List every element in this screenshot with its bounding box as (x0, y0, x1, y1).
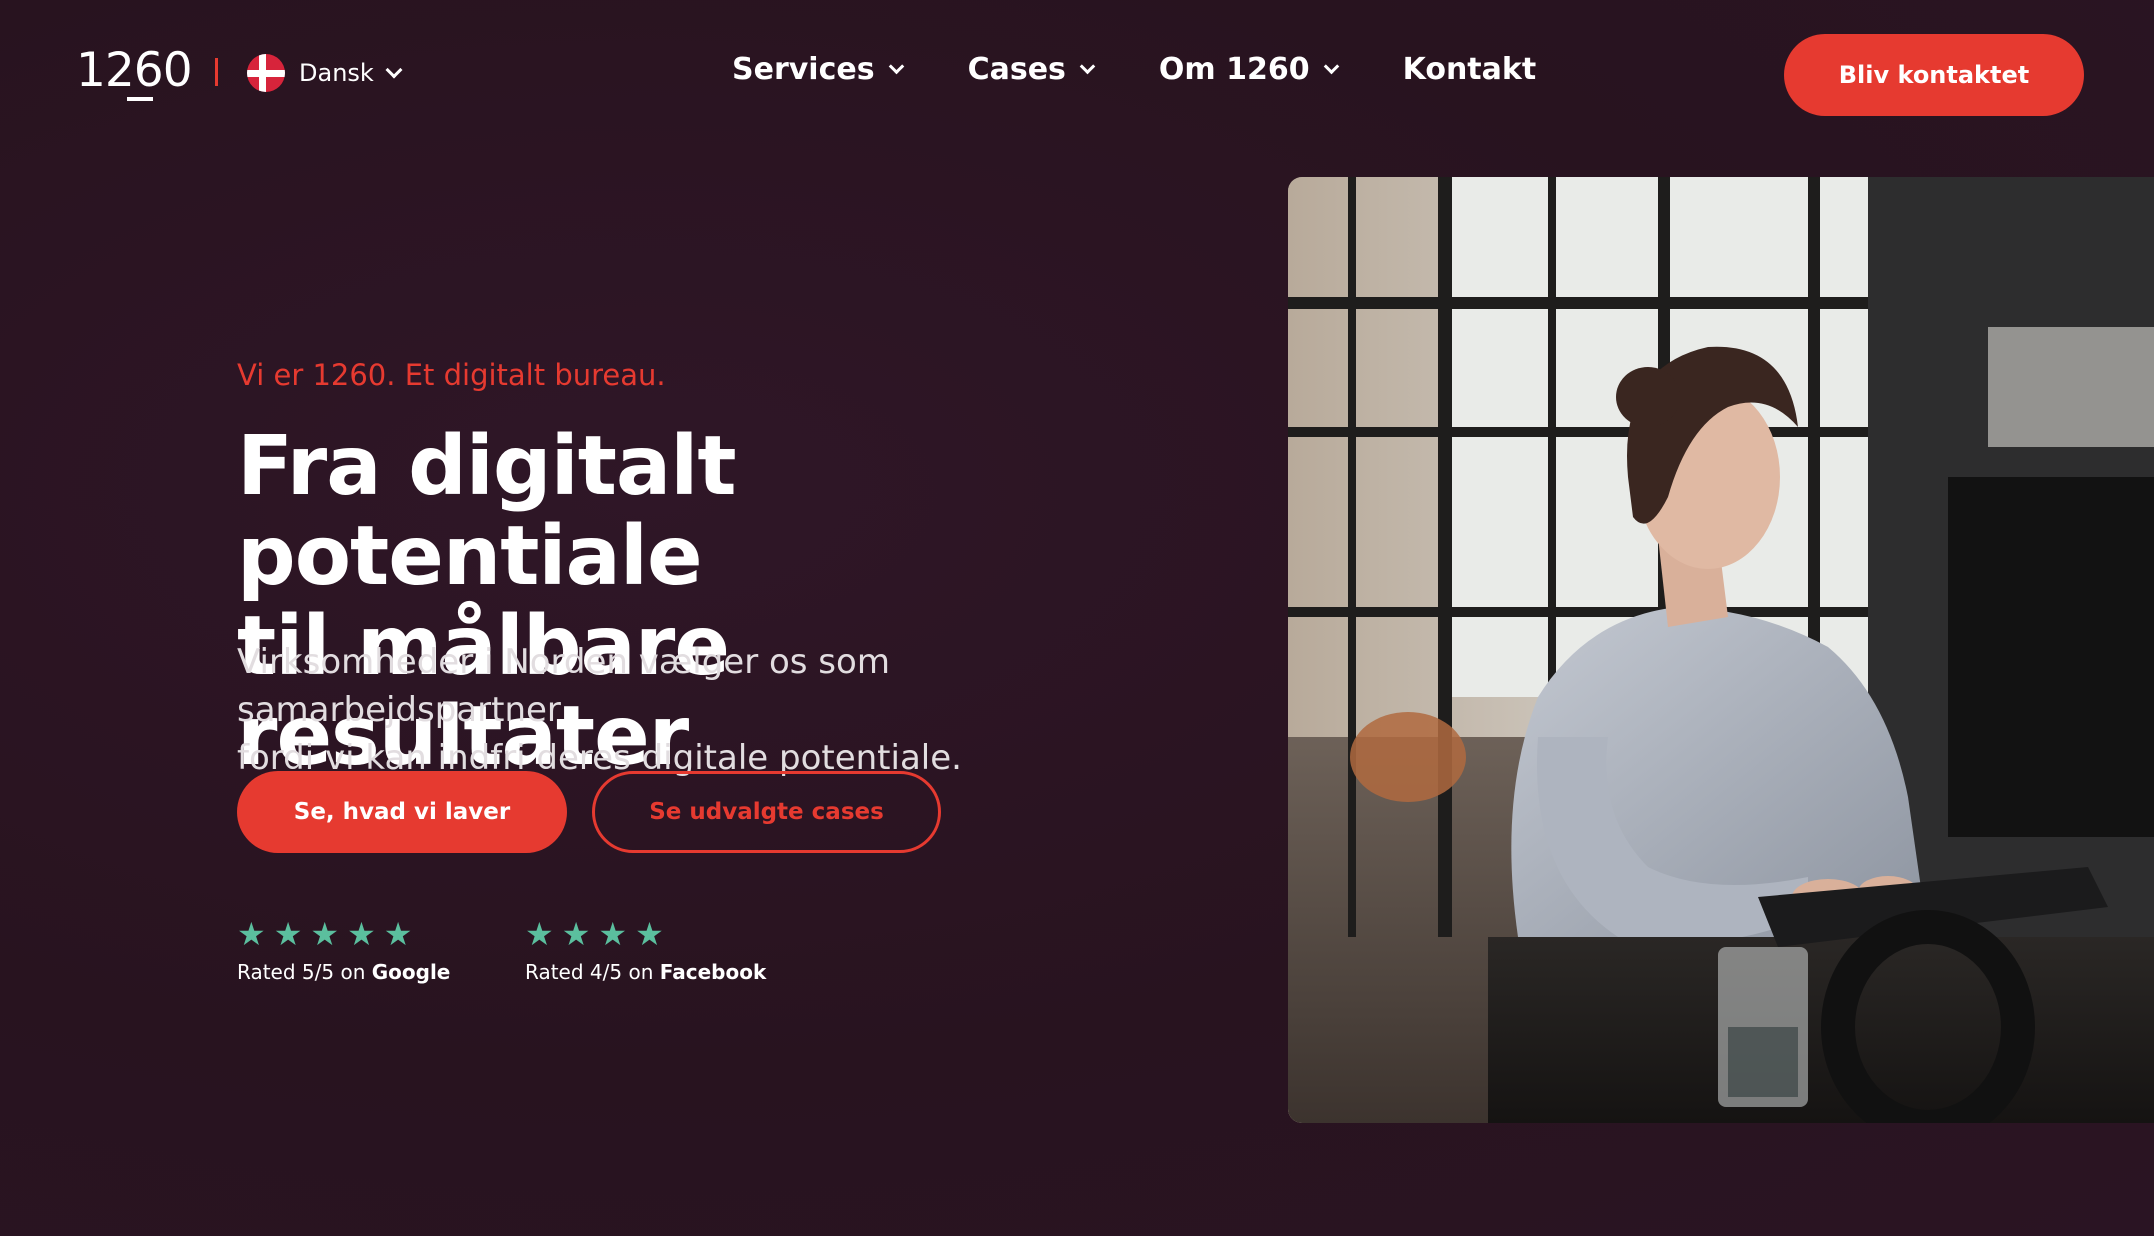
headline-line-1: Fra digitalt potentiale (237, 419, 737, 604)
star-icon: ★ (635, 915, 664, 953)
see-what-we-do-button[interactable]: Se, hvad vi laver (237, 771, 567, 853)
star-icon: ★ (237, 915, 266, 953)
star-icon: ★ (310, 915, 340, 953)
star-icon: ★ (561, 915, 591, 953)
chevron-down-icon (888, 58, 904, 75)
rating-prefix: Rated 5/5 on (237, 960, 366, 984)
logo[interactable]: 1260 (76, 42, 193, 101)
google-rating[interactable]: ★ ★ ★ ★ ★ Rated 5/5 on Google (237, 918, 450, 984)
nav-label: Services (732, 52, 875, 87)
star-icon: ★ (347, 915, 376, 953)
site-header: 1260 Dansk Services Cases Om 1260 Kontak… (0, 0, 2154, 150)
hero-photo (1288, 177, 2154, 1123)
chevron-down-icon (385, 61, 403, 79)
hero-subhead: Virksomheder i Norden vælger os som sama… (237, 638, 1197, 782)
office-photo-illustration (1288, 177, 2154, 1123)
subhead-line-1: Virksomheder i Norden vælger os som sama… (237, 642, 890, 730)
rating-prefix: Rated 4/5 on (525, 960, 654, 984)
rating-platform: Facebook (659, 960, 767, 984)
nav-item-services[interactable]: Services (732, 52, 904, 87)
denmark-flag-icon (247, 54, 285, 92)
nav-label: Kontakt (1402, 52, 1537, 87)
star-icon: ★ (383, 915, 413, 953)
language-selector[interactable]: Dansk (247, 54, 403, 92)
rating-platform: Google (371, 960, 451, 984)
main-nav: Services Cases Om 1260 Kontakt (732, 52, 1602, 87)
nav-item-cases[interactable]: Cases (967, 52, 1096, 87)
nav-label: Cases (967, 52, 1066, 87)
rating-text: Rated 4/5 on Facebook (525, 960, 766, 984)
logo-underline (127, 97, 153, 101)
language-label: Dansk (299, 59, 374, 87)
nav-label: Om 1260 (1158, 52, 1310, 87)
chevron-down-icon (1323, 58, 1339, 75)
rating-text: Rated 5/5 on Google (237, 960, 450, 984)
logo-text: 1260 (76, 43, 193, 98)
header-divider (215, 58, 218, 86)
star-icon: ★ (273, 915, 303, 953)
facebook-rating[interactable]: ★ ★ ★ ★ Rated 4/5 on Facebook (525, 918, 766, 984)
chevron-down-icon (1079, 58, 1096, 75)
star-icon: ★ (598, 915, 628, 953)
star-rating: ★ ★ ★ ★ ★ (237, 918, 450, 950)
hero-tagline: Vi er 1260. Et digitalt bureau. (237, 358, 666, 392)
nav-item-om-1260[interactable]: Om 1260 (1158, 52, 1339, 87)
contact-me-button[interactable]: Bliv kontaktet (1784, 34, 2084, 116)
star-rating: ★ ★ ★ ★ (525, 918, 766, 950)
nav-item-kontakt[interactable]: Kontakt (1403, 52, 1537, 87)
star-icon: ★ (525, 915, 554, 953)
see-selected-cases-button[interactable]: Se udvalgte cases (592, 771, 941, 853)
